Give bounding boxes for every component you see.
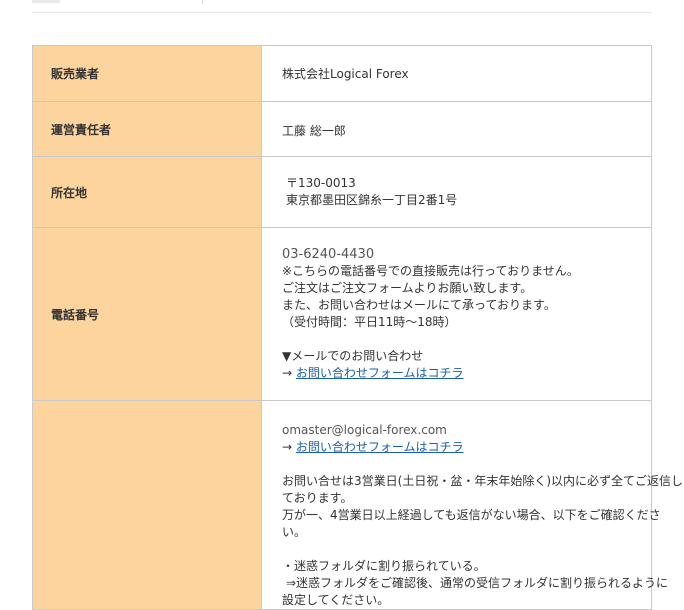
- top-divider: [32, 12, 652, 13]
- reply-note: お問い合せは3営業日(土日祝・盆・年末年始除く)以内に必ず全てご返信し: [282, 474, 684, 488]
- company-info-table: 販売業者 株式会社Logical Forex 運営責任者 工藤 総一郎 所在地 …: [32, 45, 684, 610]
- contact-link-row: → お問い合わせフォームはコチラ: [282, 439, 631, 456]
- address-text: 東京都墨田区錦糸一丁目2番1号: [286, 193, 458, 207]
- spam-bullet-detail: 設定してください。: [282, 593, 390, 607]
- table-row: omaster@logical-forex.com → お問い合わせフォームはコ…: [32, 400, 684, 610]
- row-label-phone: 電話番号: [32, 227, 262, 401]
- top-decoration-tick: [202, 0, 203, 4]
- contact-link-row: → お問い合わせフォームはコチラ: [282, 365, 631, 382]
- phone-note: ご注文はご注文フォームよりお願い致します。: [282, 281, 533, 295]
- seller-name: 株式会社Logical Forex: [282, 67, 409, 81]
- row-label-seller: 販売業者: [32, 45, 262, 102]
- reply-note: 万が一、4営業日以上経過しても返信がない場合、以下をご確認くださ: [282, 508, 661, 522]
- table-row: 所在地 〒130-0013 東京都墨田区錦糸一丁目2番1号: [32, 156, 652, 228]
- mail-inquiry-heading: ▼メールでのお問い合わせ: [282, 349, 424, 363]
- manager-name: 工藤 総一郎: [282, 123, 346, 138]
- row-label-manager: 運営責任者: [32, 101, 262, 157]
- row-value-address: 〒130-0013 東京都墨田区錦糸一丁目2番1号: [261, 156, 652, 228]
- email-address: omaster@logical-forex.com: [282, 423, 447, 437]
- row-label-email: [32, 400, 262, 610]
- spam-bullet-detail: ⇒迷惑フォルダをご確認後、通常の受信フォルダに割り振られるように: [286, 576, 669, 590]
- reply-note: ております。: [282, 491, 353, 505]
- table-row: 電話番号 03-6240-4430 ※こちらの電話番号での直接販売は行っておりま…: [32, 227, 652, 401]
- row-value-phone: 03-6240-4430 ※こちらの電話番号での直接販売は行っておりません。 ご…: [261, 227, 652, 401]
- arrow-right-icon: →: [282, 366, 293, 380]
- row-value-email: omaster@logical-forex.com → お問い合わせフォームはコ…: [261, 400, 684, 610]
- table-row: 運営責任者 工藤 総一郎: [32, 101, 652, 157]
- postal-code: 〒130-0013: [286, 176, 356, 190]
- phone-hours: （受付時間：平日11時〜18時）: [282, 315, 457, 329]
- table-row: 販売業者 株式会社Logical Forex: [32, 45, 652, 102]
- row-value-seller: 株式会社Logical Forex: [261, 45, 652, 102]
- reply-note: い。: [282, 525, 307, 539]
- spam-bullet: ・迷惑フォルダに割り振られている。: [282, 559, 486, 573]
- contact-form-link[interactable]: お問い合わせフォームはコチラ: [296, 440, 464, 454]
- phone-note: また、お問い合わせはメールにて承っております。: [282, 298, 556, 312]
- row-value-manager: 工藤 総一郎: [261, 101, 652, 157]
- phone-number: 03-6240-4430: [282, 247, 375, 262]
- arrow-right-icon: →: [282, 440, 293, 454]
- row-label-address: 所在地: [32, 156, 262, 228]
- phone-note: ※こちらの電話番号での直接販売は行っておりません。: [282, 264, 579, 278]
- contact-form-link[interactable]: お問い合わせフォームはコチラ: [296, 366, 464, 380]
- top-decoration: [32, 0, 60, 3]
